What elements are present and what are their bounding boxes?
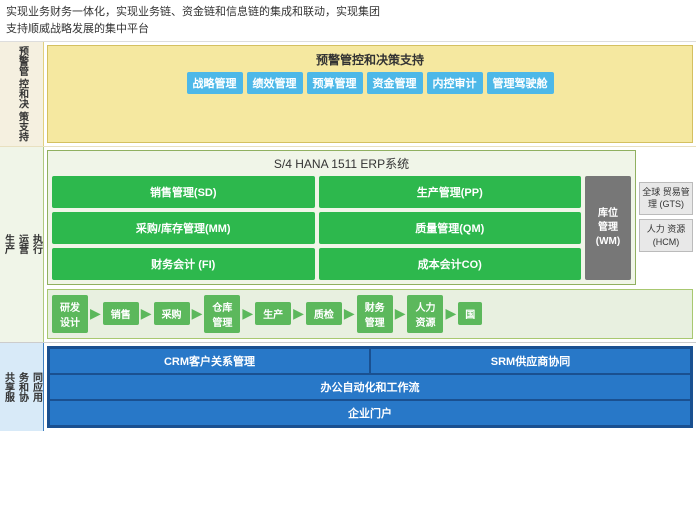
- warning-module-0: 战略管理: [187, 72, 243, 94]
- arrow-1: ▶: [141, 305, 152, 322]
- arrow-0: ▶: [90, 305, 101, 322]
- arrow-2: ▶: [192, 305, 203, 322]
- process-5: 质检: [306, 302, 342, 325]
- process-0: 研发设计: [52, 295, 88, 333]
- erp-module-5: 成本会计CO): [319, 248, 582, 280]
- process-4: 生产: [255, 302, 291, 325]
- shared-row-1: CRM客户关系管理 SRM供应商协同: [50, 349, 690, 373]
- erp-module-4: 财务会计 (FI): [52, 248, 315, 280]
- warning-row: 预警管 控和决 策支持 预警管控和决策支持 战略管理 绩效管理 预算管理 资金管…: [0, 42, 696, 147]
- shared-row-3: 企业门户: [50, 401, 690, 425]
- shared-left-label: 共享服务和协同应用: [0, 343, 44, 431]
- warning-module-2: 预算管理: [307, 72, 363, 94]
- warning-content: 预警管控和决策支持 战略管理 绩效管理 预算管理 资金管理 内控审计 管理驾驶舱: [47, 45, 693, 143]
- shared-row: 共享服务和协同应用 CRM客户关系管理 SRM供应商协同 办公自动化和工作流 企…: [0, 343, 696, 431]
- process-1: 销售: [103, 302, 139, 325]
- erp-box: S/4 HANA 1511 ERP系统 销售管理(SD) 生产管理(PP) 采购…: [47, 150, 636, 285]
- warning-title: 预警管控和决策支持: [53, 51, 687, 68]
- arrow-7: ▶: [445, 305, 456, 322]
- process-flow: 研发设计 ▶ 销售 ▶ 采购 ▶ 仓库管理 ▶ 生产 ▶ 质检 ▶ 财务管理 ▶…: [47, 289, 693, 339]
- erp-side-wm: 库位管理(WM): [585, 176, 631, 280]
- erp-title: S/4 HANA 1511 ERP系统: [52, 155, 631, 172]
- warning-module-4: 内控审计: [427, 72, 483, 94]
- process-6: 财务管理: [357, 295, 393, 333]
- shared-content: CRM客户关系管理 SRM供应商协同 办公自动化和工作流 企业门户: [47, 346, 693, 428]
- process-8: 国: [458, 302, 482, 325]
- warning-module-3: 资金管理: [367, 72, 423, 94]
- erp-modules: 销售管理(SD) 生产管理(PP) 采购/库存管理(MM) 质量管理(QM) 财…: [52, 176, 581, 280]
- shared-row-2: 办公自动化和工作流: [50, 375, 690, 399]
- portal-cell: 企业门户: [50, 401, 690, 425]
- erp-module-2: 采购/库存管理(MM): [52, 212, 315, 244]
- erp-module-0: 销售管理(SD): [52, 176, 315, 208]
- top-text-section: 实现业务财务一体化，实现业务链、资金链和信息链的集成和联动，实现集团 支持顺威战…: [0, 0, 696, 42]
- crm-cell: CRM客户关系管理: [50, 349, 369, 373]
- arrow-4: ▶: [293, 305, 304, 322]
- process-2: 采购: [154, 302, 190, 325]
- oa-cell: 办公自动化和工作流: [50, 375, 690, 399]
- right-mod-gts: 全球 贸易管 理 (GTS): [639, 182, 693, 215]
- right-extra-modules: 全球 贸易管 理 (GTS) 人力 资源 (HCM): [639, 150, 693, 285]
- production-left-label: 生产运营执行: [0, 147, 44, 342]
- process-7: 人力资源: [407, 295, 443, 333]
- erp-module-1: 生产管理(PP): [319, 176, 582, 208]
- page-wrapper: 实现业务财务一体化，实现业务链、资金链和信息链的集成和联动，实现集团 支持顺威战…: [0, 0, 696, 522]
- arrow-3: ▶: [242, 305, 253, 322]
- arrow-6: ▶: [395, 305, 406, 322]
- erp-inner: 销售管理(SD) 生产管理(PP) 采购/库存管理(MM) 质量管理(QM) 财…: [52, 176, 631, 280]
- right-mod-hcm: 人力 资源 (HCM): [639, 219, 693, 252]
- warning-modules: 战略管理 绩效管理 预算管理 资金管理 内控审计 管理驾驶舱: [53, 72, 687, 94]
- main-content: 实现业务财务一体化，实现业务链、资金链和信息链的集成和联动，实现集团 支持顺威战…: [0, 0, 696, 522]
- warning-left-label: 预警管 控和决 策支持: [0, 42, 44, 146]
- process-3: 仓库管理: [204, 295, 240, 333]
- arrow-5: ▶: [344, 305, 355, 322]
- warning-module-5: 管理驾驶舱: [487, 72, 554, 94]
- srm-cell: SRM供应商协同: [371, 349, 690, 373]
- erp-module-3: 质量管理(QM): [319, 212, 582, 244]
- erp-area: S/4 HANA 1511 ERP系统 销售管理(SD) 生产管理(PP) 采购…: [47, 150, 693, 285]
- production-row: 生产运营执行 S/4 HANA 1511 ERP系统 销售管理(SD) 生产管理…: [0, 147, 696, 343]
- warning-module-1: 绩效管理: [247, 72, 303, 94]
- production-content: S/4 HANA 1511 ERP系统 销售管理(SD) 生产管理(PP) 采购…: [44, 147, 696, 342]
- top-line1: 实现业务财务一体化，实现业务链、资金链和信息链的集成和联动，实现集团: [6, 4, 690, 21]
- top-line2: 支持顺威战略发展的集中平台: [6, 21, 690, 38]
